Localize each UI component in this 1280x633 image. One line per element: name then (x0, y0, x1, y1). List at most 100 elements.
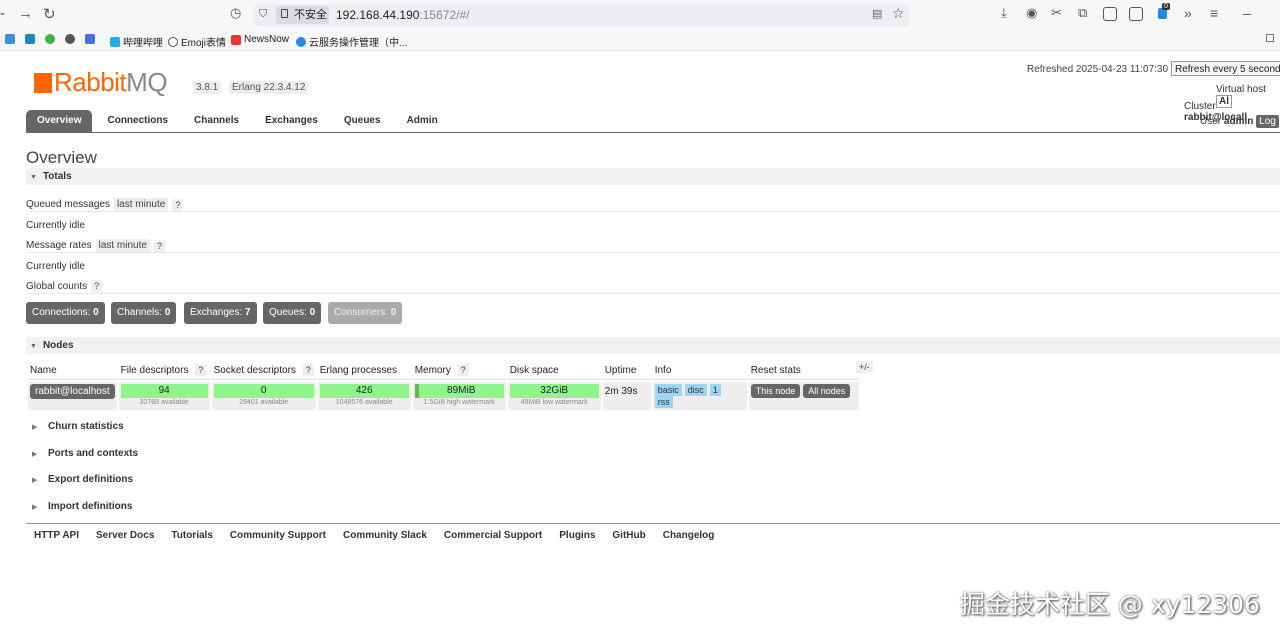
export-definitions-section[interactable]: ▶ Export definitions (26, 474, 133, 485)
channels-count-button[interactable]: Channels: 0 (111, 302, 177, 324)
forward-icon[interactable]: → (18, 5, 33, 22)
totals-section-header[interactable]: ▼ Totals (26, 168, 1280, 185)
bookmark-icon-3[interactable] (45, 34, 58, 44)
history-icon[interactable]: ◷ (230, 5, 241, 21)
reset-all-nodes-button[interactable]: All nodes (803, 384, 851, 398)
footer-link-community-support[interactable]: Community Support (230, 530, 326, 541)
column-header: Name (28, 362, 117, 380)
memory-watermark: 1.5GiB high watermark (423, 399, 495, 406)
shield-icon[interactable]: ⛉ (259, 8, 267, 21)
tab-overview[interactable]: Overview (26, 110, 93, 132)
logo-text: RabbitMQ (54, 67, 168, 97)
rabbitmq-logo-icon (34, 73, 52, 93)
column-header: Info (652, 362, 747, 380)
churn-statistics-section[interactable]: ▶ Churn statistics (26, 421, 124, 432)
info-tag: disc (684, 384, 707, 396)
column-header: Disk space (507, 362, 601, 380)
translate-icon[interactable]: ▤ (872, 7, 882, 20)
help-icon[interactable]: ? (172, 198, 184, 211)
bookmark-icon-1[interactable] (5, 34, 18, 44)
collapsed-triangle-icon: ▶ (32, 424, 38, 431)
fd-cell: 94 32768 available (118, 382, 210, 410)
logout-button[interactable]: Log (1256, 115, 1279, 128)
download-icon[interactable]: ⤓ (1001, 5, 1007, 21)
bookmark-newsnow[interactable]: NewsNow (231, 34, 289, 45)
columns-toggle-button[interactable]: +/- (856, 361, 873, 373)
collapsed-triangle-icon: ▶ (32, 451, 38, 458)
account-icon[interactable]: ◉ (1026, 5, 1037, 21)
nodes-table: Name File descriptors ? Socket descripto… (26, 360, 861, 412)
footer-link-http-api[interactable]: HTTP API (34, 530, 79, 541)
collections-icon[interactable] (1103, 7, 1117, 21)
import-definitions-section[interactable]: ▶ Import definitions (26, 501, 132, 512)
tab-connections[interactable]: Connections (96, 110, 179, 132)
bookmark-icon-2[interactable] (25, 34, 38, 44)
minimize-icon[interactable]: – (1243, 5, 1251, 21)
bookmark-icon-4[interactable] (65, 34, 78, 44)
consumers-count-button[interactable]: Consumers: 0 (328, 302, 403, 324)
bookmark-label: Emoji表情 (181, 38, 227, 49)
screenshot-icon[interactable]: ✂ (1051, 5, 1062, 21)
uptime-cell: 2m 39s (602, 382, 651, 410)
overflow-chevron-icon[interactable]: » (1184, 5, 1192, 21)
bookmarks-folder-icon[interactable] (1266, 34, 1274, 42)
sidebar-icon[interactable] (1129, 7, 1143, 21)
footer-link-changelog[interactable]: Changelog (663, 530, 715, 541)
footer-link-tutorials[interactable]: Tutorials (171, 530, 212, 541)
tab-queues[interactable]: Queues (333, 110, 392, 132)
ports-contexts-section[interactable]: ▶ Ports and contexts (26, 448, 138, 459)
divider (26, 211, 1280, 212)
help-icon[interactable]: ? (302, 364, 314, 376)
footer-link-commercial-support[interactable]: Commercial Support (444, 530, 542, 541)
tab-exchanges[interactable]: Exchanges (254, 110, 329, 132)
url-path: :15672/#/ (419, 8, 470, 22)
bookmark-label: 哔哩哔哩 (123, 38, 163, 49)
rates-range-select[interactable]: last minute (95, 239, 150, 252)
rabbitmq-logo[interactable]: RabbitMQ (34, 67, 168, 98)
bookmark-cloud[interactable]: 云服务操作管理（中... (296, 34, 407, 49)
memory-cell: 89MiB 1.5GiB high watermark (412, 382, 506, 410)
star-icon[interactable]: ☆ (892, 5, 905, 22)
sd-available: 29401 available (239, 399, 289, 406)
nodes-section-header[interactable]: ▼ Nodes (26, 337, 1280, 354)
footer-link-community-slack[interactable]: Community Slack (343, 530, 427, 541)
help-icon[interactable]: ? (457, 364, 469, 376)
refresh-interval-select[interactable]: Refresh every 5 seconds (1171, 61, 1280, 76)
fd-bar: 94 (120, 384, 208, 398)
reset-this-node-button[interactable]: This node (750, 384, 801, 398)
help-icon[interactable]: ? (195, 364, 207, 376)
footer-link-server-docs[interactable]: Server Docs (96, 530, 154, 541)
menu-icon[interactable]: ≡ (1210, 5, 1218, 21)
watermark: 掘金技术社区 @ xy12306 (959, 590, 1260, 619)
sd-cell: 0 29401 available (211, 382, 316, 410)
expanded-triangle-icon: ▼ (30, 174, 37, 181)
reload-icon[interactable]: ↻ (43, 5, 56, 23)
extensions-icon[interactable]: ⧉ (1078, 5, 1087, 21)
help-icon[interactable]: ? (153, 239, 165, 252)
exchanges-count-button[interactable]: Exchanges: 7 (184, 302, 257, 324)
node-link[interactable]: rabbit@localhost (30, 384, 115, 399)
column-header: File descriptors ? (118, 362, 210, 380)
bookmark-icon-5[interactable] (85, 34, 98, 44)
url-text[interactable]: 192.168.44.190:15672/#/ (336, 8, 469, 22)
footer-link-plugins[interactable]: Plugins (559, 530, 595, 541)
tab-admin[interactable]: Admin (396, 110, 449, 132)
connections-count-button[interactable]: Connections: 0 (26, 302, 105, 324)
url-host: 192.168.44.190 (336, 8, 420, 22)
back-icon[interactable]: ‑ (0, 5, 5, 22)
bookmark-bilibili[interactable]: 哔哩哔哩 (110, 34, 163, 49)
footer-link-github[interactable]: GitHub (612, 530, 645, 541)
column-header: Uptime (602, 362, 651, 380)
ep-cell: 426 1048576 available (317, 382, 411, 410)
queued-range-select[interactable]: last minute (113, 198, 169, 211)
queues-count-button[interactable]: Queues: 0 (263, 302, 322, 324)
info-cell: basic disc 1 rss (652, 382, 747, 410)
table-row: rabbit@localhost 94 32768 available 0 2940… (28, 382, 859, 410)
help-icon[interactable]: ? (91, 280, 103, 292)
sd-bar: 0 (213, 384, 314, 398)
bookmark-emoji[interactable]: Emoji表情 (168, 34, 226, 49)
column-header: Memory ? (412, 362, 506, 380)
column-header: Socket descriptors ? (211, 362, 316, 380)
tab-channels[interactable]: Channels (183, 110, 250, 132)
tab-divider (26, 132, 1280, 133)
